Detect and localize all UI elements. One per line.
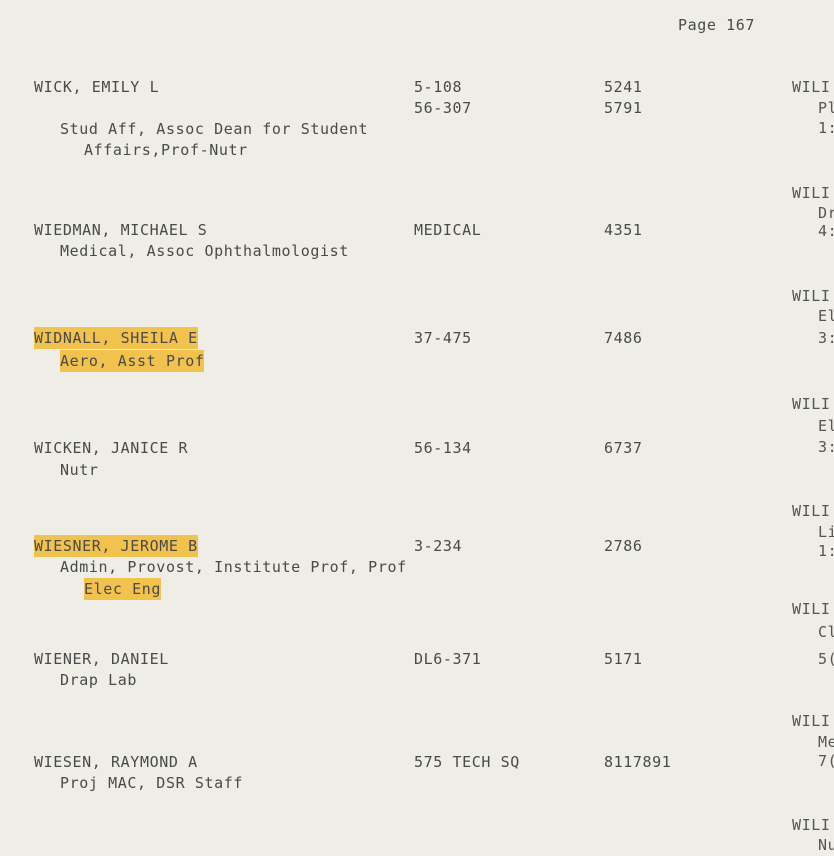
entry-room: 575 TECH SQ [414, 753, 520, 771]
entry-name: WIESEN, RAYMOND A [34, 753, 198, 771]
entry-description: Aero, Asst Prof [60, 350, 205, 372]
entry-room: 56-307 [414, 99, 472, 117]
entry-name: WICK, EMILY L [34, 78, 160, 96]
entry-phone: 5791 [604, 99, 643, 117]
right-entry-line: 1: [818, 542, 834, 560]
entry-phone: 6737 [604, 439, 643, 457]
right-entry-name: WILI [792, 816, 831, 834]
right-entry-name: WILI [792, 184, 831, 202]
entry-room: 37-475 [414, 329, 472, 347]
right-entry-line: 3: [818, 438, 834, 456]
directory-page: Page 167 WICK, EMILY L 5-108 56-307 5241… [0, 0, 834, 856]
right-entry-line: El [818, 417, 834, 435]
right-entry-line: Pl [818, 99, 834, 117]
entry-phone: 2786 [604, 537, 643, 555]
right-entry-line: 5( [818, 650, 834, 668]
entry-description: Elec Eng [84, 578, 162, 600]
entry-name: WIESNER, JEROME B [34, 535, 198, 557]
entry-phone: 4351 [604, 221, 643, 239]
entry-description: Medical, Assoc Ophthalmologist [60, 242, 349, 260]
entry-room: MEDICAL [414, 221, 482, 239]
entry-description: Nutr [60, 461, 99, 479]
entry-name: WICKEN, JANICE R [34, 439, 189, 457]
entry-room: 5-108 [414, 78, 463, 96]
entry-description: Stud Aff, Assoc Dean for Student [60, 120, 369, 138]
entry-description: Drap Lab [60, 671, 138, 689]
entry-phone: 7486 [604, 329, 643, 347]
entry-room: 3-234 [414, 537, 463, 555]
right-entry-name: WILI [792, 502, 831, 520]
entry-room: 56-134 [414, 439, 472, 457]
right-entry-line: Nu [818, 836, 834, 854]
right-entry-line: 4: [818, 222, 834, 240]
right-entry-name: WILI [792, 600, 831, 618]
right-entry-line: 1: [818, 119, 834, 137]
right-entry-name: WILI [792, 287, 831, 305]
entry-phone: 5171 [604, 650, 643, 668]
right-entry-name: WILI [792, 712, 831, 730]
entry-name: WIEDMAN, MICHAEL S [34, 221, 208, 239]
right-entry-line: El [818, 307, 834, 325]
right-entry-line: Cl [818, 623, 834, 641]
entry-name: WIENER, DANIEL [34, 650, 169, 668]
page-number: Page 167 [678, 16, 756, 34]
entry-phone: 5241 [604, 78, 643, 96]
entry-description: Admin, Provost, Institute Prof, Prof [60, 558, 407, 576]
entry-room: DL6-371 [414, 650, 482, 668]
entry-description: Affairs,Prof-Nutr [84, 141, 248, 159]
right-entry-line: 3: [818, 329, 834, 347]
right-entry-name: WILI [792, 395, 831, 413]
entry-name: WIDNALL, SHEILA E [34, 327, 198, 349]
right-entry-name: WILI [792, 78, 831, 96]
entry-phone: 8117891 [604, 753, 672, 771]
entry-description: Proj MAC, DSR Staff [60, 774, 243, 792]
right-entry-line: 7( [818, 752, 834, 770]
